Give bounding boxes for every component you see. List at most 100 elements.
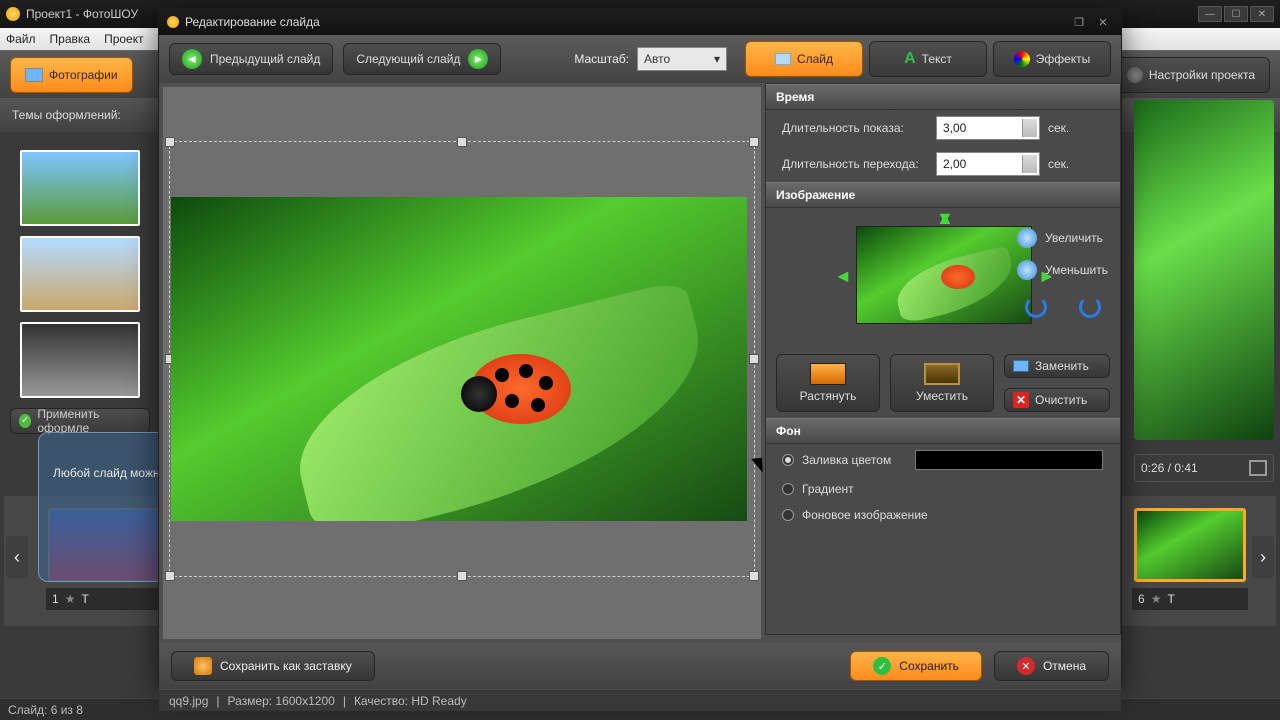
slide-editor-dialog: Редактирование слайда ❐ ✕ ◄ Предыдущий с… (158, 8, 1122, 688)
info-filename: qq9.jpg (169, 694, 208, 708)
section-image: Изображение (766, 182, 1120, 208)
bg-color-swatch[interactable] (915, 450, 1103, 470)
resize-handle[interactable] (457, 137, 467, 147)
timeline-slide-selected[interactable] (1134, 508, 1246, 582)
dialog-footer: Сохранить как заставку ✓Сохранить ✕Отмен… (159, 643, 1121, 689)
zoom-out-icon (1017, 260, 1037, 280)
slide-icon (775, 53, 791, 65)
rotate-ccw-button[interactable] (1025, 296, 1047, 318)
properties-panel: Время Длительность показа: 3,00 сек. Дли… (765, 83, 1121, 635)
timeline-prev-button[interactable]: ‹ (6, 536, 28, 578)
menu-project[interactable]: Проект (104, 32, 144, 46)
dialog-title: Редактирование слайда (185, 15, 320, 29)
menu-edit[interactable]: Правка (50, 32, 91, 46)
project-settings-button[interactable]: Настройки проекта (1112, 57, 1270, 93)
minimize-button[interactable]: — (1198, 6, 1222, 22)
app-logo-icon (6, 7, 20, 21)
resize-handle[interactable] (165, 571, 175, 581)
dialog-toolbar: ◄ Предыдущий слайд Следующий слайд ► Мас… (159, 35, 1121, 83)
dialog-close-button[interactable]: ✕ (1093, 15, 1113, 29)
themes-label: Темы оформлений: (12, 108, 121, 122)
resize-handle[interactable] (749, 354, 759, 364)
save-button[interactable]: ✓Сохранить (850, 651, 982, 681)
tab-effects[interactable]: Эффекты (993, 41, 1111, 77)
save-screensaver-button[interactable]: Сохранить как заставку (171, 651, 375, 681)
scale-label: Масштаб: (574, 52, 629, 66)
dialog-restore-button[interactable]: ❐ (1069, 15, 1089, 29)
maximize-button[interactable]: ☐ (1224, 6, 1248, 22)
preview-panel (1134, 100, 1274, 440)
star-icon[interactable]: ★ (1151, 592, 1162, 606)
zoom-in-button[interactable]: Увеличить (1017, 228, 1108, 248)
info-size: Размер: 1600x1200 (228, 694, 335, 708)
time-text: 0:26 / 0:41 (1141, 461, 1198, 475)
scale-value: Авто (644, 52, 670, 66)
rotate-cw-button[interactable] (1079, 296, 1101, 318)
image-preview (856, 226, 1032, 324)
app-title: Проект1 - ФотоШОУ (26, 7, 138, 21)
arrow-left-icon: ◄ (182, 49, 202, 69)
tab-photos[interactable]: Фотографии (10, 57, 133, 93)
close-button[interactable]: ✕ (1250, 6, 1274, 22)
camera-icon (25, 68, 43, 82)
section-time: Время (766, 84, 1120, 110)
nudge-left-button[interactable]: ◄ (834, 266, 852, 284)
timeline-caption: 1 ★ T (46, 588, 162, 610)
apply-theme-button[interactable]: ✓ Применить оформле (10, 408, 150, 434)
resize-handle[interactable] (165, 137, 175, 147)
transition-duration-input[interactable]: 2,00 (936, 152, 1040, 176)
resize-handle[interactable] (749, 571, 759, 581)
info-quality: Качество: HD Ready (354, 694, 467, 708)
fullscreen-icon[interactable] (1249, 460, 1267, 476)
next-slide-label: Следующий слайд (356, 52, 460, 66)
text-icon[interactable]: T (81, 592, 88, 606)
clear-button[interactable]: ✕Очистить (1004, 388, 1110, 412)
star-icon[interactable]: ★ (65, 592, 76, 606)
bg-color-label: Заливка цветом (802, 453, 891, 467)
dialog-info-bar: qq9.jpg | Размер: 1600x1200 | Качество: … (159, 689, 1121, 711)
display-duration-input[interactable]: 3,00 (936, 116, 1040, 140)
tab-photos-label: Фотографии (49, 68, 118, 82)
zoom-in-icon (1017, 228, 1037, 248)
bg-image-radio[interactable] (782, 509, 794, 521)
fit-button[interactable]: Уместить (890, 354, 994, 412)
text-icon[interactable]: T (1167, 592, 1174, 606)
stretch-button[interactable]: Растянуть (776, 354, 880, 412)
arrow-right-icon: ► (468, 49, 488, 69)
resize-handle[interactable] (457, 571, 467, 581)
zoom-out-button[interactable]: Уменьшить (1017, 260, 1108, 280)
canvas[interactable] (163, 87, 761, 639)
bg-gradient-label: Градиент (802, 482, 854, 496)
nudge-down-button[interactable]: ▼ (936, 208, 954, 226)
theme-thumb[interactable] (20, 322, 140, 398)
next-slide-button[interactable]: Следующий слайд ► (343, 43, 501, 75)
cancel-button[interactable]: ✕Отмена (994, 651, 1109, 681)
theme-thumb[interactable] (20, 236, 140, 312)
prev-slide-button[interactable]: ◄ Предыдущий слайд (169, 43, 333, 75)
fit-icon (924, 363, 960, 385)
slide-image[interactable] (171, 197, 747, 521)
resize-handle[interactable] (749, 137, 759, 147)
bg-image-label: Фоновое изображение (802, 508, 928, 522)
chevron-down-icon: ▾ (714, 52, 720, 66)
theme-thumb[interactable] (20, 150, 140, 226)
menu-file[interactable]: Файл (6, 32, 36, 46)
user-icon (194, 657, 212, 675)
section-background: Фон (766, 418, 1120, 444)
camera-icon (1013, 360, 1029, 372)
x-icon: ✕ (1013, 392, 1029, 408)
scale-select[interactable]: Авто ▾ (637, 47, 727, 71)
replace-button[interactable]: Заменить (1004, 354, 1110, 378)
tab-slide[interactable]: Слайд (745, 41, 863, 77)
timeline-next-button[interactable]: › (1252, 536, 1274, 578)
apply-theme-label: Применить оформле (37, 407, 141, 435)
project-settings-label: Настройки проекта (1149, 68, 1255, 82)
bg-color-radio[interactable] (782, 454, 794, 466)
dialog-logo-icon (167, 16, 179, 28)
slide-number: 1 (52, 592, 59, 606)
tab-text[interactable]: AТекст (869, 41, 987, 77)
stretch-icon (810, 363, 846, 385)
bg-gradient-radio[interactable] (782, 483, 794, 495)
text-a-icon: A (904, 50, 916, 68)
cancel-icon: ✕ (1017, 657, 1035, 675)
